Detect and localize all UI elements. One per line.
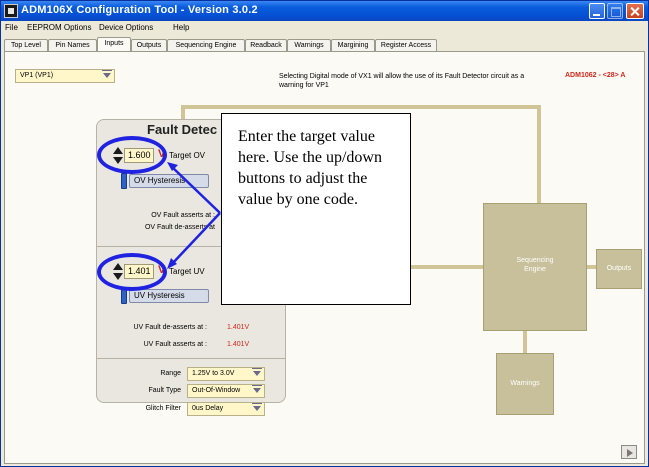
menu-device-options[interactable]: Device Options <box>99 23 153 32</box>
menu-bar: File EEPROM Options Device Options Help <box>1 21 648 35</box>
close-button[interactable] <box>626 3 644 19</box>
sequencing-engine-label: Sequencing Engine <box>516 257 554 273</box>
fault-type-label: Fault Type <box>148 387 181 394</box>
menu-help[interactable]: Help <box>173 23 189 32</box>
tab-inputs[interactable]: Inputs <box>97 37 131 52</box>
glitch-filter-value: 0us Delay <box>192 405 224 412</box>
chevron-down-icon <box>252 368 262 376</box>
sequencing-engine-block[interactable]: Sequencing Engine <box>483 203 587 331</box>
outputs-label: Outputs <box>606 265 632 272</box>
connector-line-right <box>537 105 541 203</box>
panel-divider <box>97 358 285 359</box>
part-label: ADM1062 - <28> A <box>565 72 626 79</box>
ov-target-label: Target OV <box>169 151 206 160</box>
uv-fault-deasserts-value: 1.401V <box>227 324 250 331</box>
uv-fault-asserts-value: 1.401V <box>227 341 250 348</box>
range-value: 1.25V to 3.0V <box>192 370 235 377</box>
minimize-button[interactable] <box>589 3 605 19</box>
window-title: ADM106X Configuration Tool - Version 3.0… <box>21 4 258 16</box>
input-select-value: VP1 (VP1) <box>20 72 54 79</box>
app-window: ADM106X Configuration Tool - Version 3.0… <box>0 0 649 467</box>
glitch-filter-select[interactable]: 0us Delay <box>187 402 265 416</box>
connector-line-top <box>181 105 539 109</box>
uv-target-label: Target UV <box>169 267 205 276</box>
fault-type-value: Out-Of-Window <box>192 387 241 394</box>
ov-hysteresis-button[interactable]: OV Hysteresis <box>129 174 209 188</box>
range-select[interactable]: 1.25V to 3.0V <box>187 367 265 381</box>
chevron-down-icon <box>102 70 112 78</box>
callout-box: Enter the target value here. Use the up/… <box>221 113 411 305</box>
warnings-block[interactable]: Warnings <box>496 353 554 415</box>
menu-eeprom-options[interactable]: EEPROM Options <box>27 23 91 32</box>
outputs-block[interactable]: Outputs <box>596 249 642 289</box>
uv-hysteresis-button[interactable]: UV Hysteresis <box>129 289 209 303</box>
chevron-down-icon <box>252 403 262 411</box>
uv-fault-asserts-label: UV Fault asserts at : <box>143 341 207 348</box>
title-bar[interactable]: ADM106X Configuration Tool - Version 3.0… <box>1 1 648 21</box>
range-label: Range <box>160 370 181 377</box>
info-text: Selecting Digital mode of VX1 will allow… <box>279 73 525 89</box>
play-icon[interactable] <box>621 445 637 459</box>
uv-fault-deasserts-label: UV Fault de-asserts at : <box>133 324 207 331</box>
fault-detector-title: Fault Detec <box>147 122 218 137</box>
connector-line-seq-to-warnings <box>523 331 527 353</box>
ov-hysteresis-slider[interactable] <box>121 173 127 189</box>
highlight-ring-ov <box>97 136 167 174</box>
highlight-ring-uv <box>97 253 167 291</box>
warnings-label: Warnings <box>510 380 540 387</box>
fault-type-select[interactable]: Out-Of-Window <box>187 384 265 398</box>
maximize-button[interactable] <box>607 3 623 19</box>
input-select[interactable]: VP1 (VP1) <box>15 69 115 83</box>
glitch-filter-label: Glitch Filter <box>145 405 181 412</box>
app-icon <box>4 4 18 18</box>
menu-file[interactable]: File <box>5 23 18 32</box>
ov-fault-deasserts-label: OV Fault de-asserts at <box>144 224 215 231</box>
chevron-down-icon <box>252 385 262 393</box>
tab-strip: Top Level Pin Names Inputs Outputs Seque… <box>1 35 648 52</box>
connector-line-seq-to-outputs <box>586 265 596 269</box>
ov-fault-asserts-label: OV Fault asserts at : <box>151 212 215 219</box>
